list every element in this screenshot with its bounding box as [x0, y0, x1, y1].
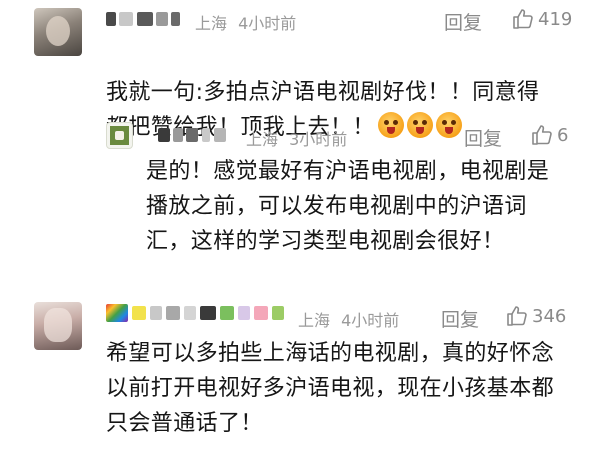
- thumb-up-icon: [505, 304, 529, 328]
- reply-text: 是的！感觉最好有沪语电视剧，电视剧是 播放之前，可以发布电视剧中的沪语词 汇，这…: [146, 159, 550, 254]
- reply-button[interactable]: 回复: [441, 305, 479, 332]
- like-button[interactable]: 419: [511, 7, 572, 31]
- thumb-up-icon: [511, 7, 535, 31]
- reply-button[interactable]: 回复: [464, 124, 502, 151]
- reply-button[interactable]: 回复: [444, 8, 482, 35]
- like-count: 6: [557, 124, 569, 146]
- comment-meta: 上海 4小时前: [195, 10, 302, 34]
- location-label: 上海: [246, 130, 279, 149]
- like-count: 346: [532, 305, 567, 327]
- username-blurred[interactable]: [106, 8, 184, 30]
- reply-avatar[interactable]: [106, 122, 133, 149]
- reply-username-blurred[interactable]: [158, 124, 228, 146]
- comment-text: 希望可以多拍些上海话的电视剧，真的好怀念 以前打开电视好多沪语电视，现在小孩基本…: [106, 341, 555, 436]
- username-blurred[interactable]: [106, 302, 286, 324]
- location-label: 上海: [195, 14, 228, 33]
- timestamp: 4小时前: [341, 311, 400, 330]
- avatar[interactable]: [34, 302, 82, 350]
- like-count: 419: [538, 8, 573, 30]
- like-button[interactable]: 346: [505, 304, 566, 328]
- comment-meta: 上海 4小时前: [298, 307, 405, 331]
- surprised-face-emoji: [406, 112, 433, 138]
- timestamp: 3小时前: [289, 130, 348, 149]
- thumb-up-icon: [530, 123, 554, 147]
- like-button[interactable]: 6: [530, 123, 568, 147]
- timestamp: 4小时前: [238, 14, 297, 33]
- surprised-face-emoji: [377, 112, 404, 138]
- avatar[interactable]: [34, 8, 82, 56]
- surprised-face-emoji: [435, 112, 462, 138]
- reply-meta: 上海 3小时前: [246, 126, 353, 150]
- location-label: 上海: [298, 311, 331, 330]
